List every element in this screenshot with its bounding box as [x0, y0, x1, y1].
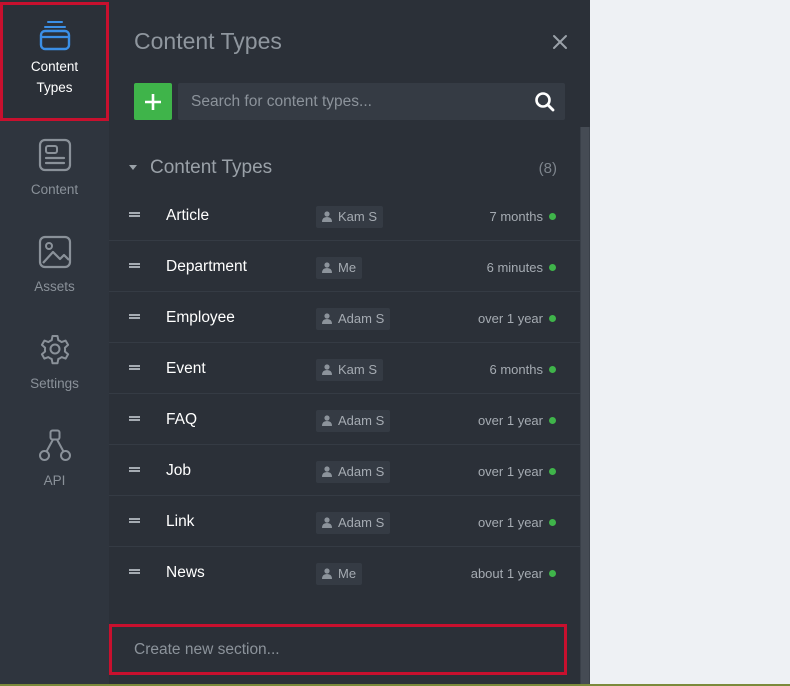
drag-handle-icon[interactable] — [129, 569, 140, 574]
stack-icon — [37, 18, 73, 54]
nav-item-api[interactable]: API — [0, 412, 109, 509]
content-type-name: Department — [166, 258, 247, 275]
user-icon — [322, 568, 332, 579]
modified-time: over 1 year — [477, 515, 543, 530]
app-root: Content Types Content Assets Settings AP… — [0, 0, 790, 686]
user-badge: Kam S — [316, 206, 384, 228]
nav-label-api: API — [43, 473, 66, 488]
content-type-row[interactable]: Job Adam S over 1 year — [109, 445, 580, 496]
modified-time: about 1 year — [470, 566, 543, 581]
user-name: Kam S — [338, 209, 378, 224]
search-input[interactable] — [178, 83, 523, 120]
content-type-name: News — [166, 564, 205, 581]
drag-handle-icon[interactable] — [129, 314, 140, 319]
user-badge: Adam S — [316, 308, 391, 330]
nav-label-settings: Settings — [30, 376, 79, 391]
search-icon[interactable] — [534, 91, 555, 112]
main-content-area — [590, 0, 790, 686]
status-dot — [549, 213, 556, 220]
user-badge: Me — [316, 257, 363, 279]
user-icon — [322, 517, 332, 528]
user-icon — [322, 364, 332, 375]
section-title: Content Types — [150, 157, 273, 178]
drag-handle-icon[interactable] — [129, 212, 140, 217]
caret-down-icon — [129, 165, 137, 170]
nav-label-content-types: Content Types — [30, 59, 79, 95]
user-badge: Adam S — [316, 410, 391, 432]
create-section-box — [109, 624, 567, 675]
modified-time: 6 months — [489, 362, 543, 377]
content-types-panel: Content Types Content Types (8) Article — [109, 0, 590, 686]
drag-handle-icon[interactable] — [129, 365, 140, 370]
modified-time: 6 minutes — [486, 260, 543, 275]
user-icon — [322, 211, 332, 222]
status-dot — [549, 315, 556, 322]
status-dot — [549, 468, 556, 475]
content-type-row[interactable]: Employee Adam S over 1 year — [109, 292, 580, 343]
modified-time: 7 months — [489, 209, 543, 224]
drag-handle-icon[interactable] — [129, 263, 140, 268]
section-count: (8) — [538, 160, 557, 177]
scrollbar-thumb[interactable] — [581, 127, 589, 686]
user-badge: Adam S — [316, 512, 391, 534]
user-name: Adam S — [338, 413, 385, 428]
content-type-row[interactable]: FAQ Adam S over 1 year — [109, 394, 580, 445]
user-badge: Me — [316, 563, 363, 585]
nav-item-content-types[interactable]: Content Types — [0, 0, 109, 121]
nav-item-content[interactable]: Content — [0, 121, 109, 218]
status-dot — [549, 417, 556, 424]
user-name: Me — [338, 260, 357, 275]
panel-title: Content Types — [134, 28, 282, 54]
drag-handle-icon[interactable] — [129, 467, 140, 472]
plus-icon — [145, 93, 161, 110]
user-name: Kam S — [338, 362, 378, 377]
content-type-row[interactable]: Article Kam S 7 months — [109, 190, 580, 241]
content-type-row[interactable]: News Me about 1 year — [109, 547, 580, 598]
modified-time: over 1 year — [477, 413, 543, 428]
content-type-row[interactable]: Department Me 6 minutes — [109, 241, 580, 292]
status-dot — [549, 366, 556, 373]
nav-label-assets: Assets — [34, 279, 75, 294]
content-type-name: Article — [166, 207, 210, 224]
add-content-type-button[interactable] — [134, 83, 172, 120]
user-icon — [322, 466, 332, 477]
user-icon — [322, 415, 332, 426]
content-type-name: Job — [166, 462, 191, 479]
status-dot — [549, 264, 556, 271]
content-type-row[interactable]: Link Adam S over 1 year — [109, 496, 580, 547]
image-icon — [37, 234, 73, 270]
drag-handle-icon[interactable] — [129, 416, 140, 421]
drag-handle-icon[interactable] — [129, 518, 140, 523]
content-type-name: Event — [166, 360, 206, 377]
nav-item-settings[interactable]: Settings — [0, 315, 109, 412]
nav-item-assets[interactable]: Assets — [0, 218, 109, 315]
status-dot — [549, 519, 556, 526]
user-name: Adam S — [338, 311, 385, 326]
search-box — [178, 83, 565, 120]
user-icon — [322, 313, 332, 324]
user-name: Me — [338, 566, 357, 581]
content-type-name: FAQ — [166, 411, 198, 428]
close-icon[interactable] — [549, 30, 571, 52]
status-dot — [549, 570, 556, 577]
content-type-row[interactable]: Event Kam S 6 months — [109, 343, 580, 394]
section-header-content-types[interactable]: Content Types (8) — [127, 156, 557, 182]
content-type-name: Link — [166, 513, 195, 530]
document-icon — [37, 137, 73, 173]
modified-time: over 1 year — [477, 311, 543, 326]
content-type-name: Employee — [166, 309, 235, 326]
user-name: Adam S — [338, 464, 385, 479]
create-section-input[interactable] — [112, 627, 564, 672]
gear-icon — [37, 331, 73, 367]
modified-time: over 1 year — [477, 464, 543, 479]
nav-label-content: Content — [30, 182, 79, 197]
user-icon — [322, 262, 332, 273]
user-badge: Adam S — [316, 461, 391, 483]
sidebar-nav: Content Types Content Assets Settings AP… — [0, 0, 109, 686]
user-name: Adam S — [338, 515, 385, 530]
user-badge: Kam S — [316, 359, 384, 381]
api-icon — [37, 428, 73, 464]
